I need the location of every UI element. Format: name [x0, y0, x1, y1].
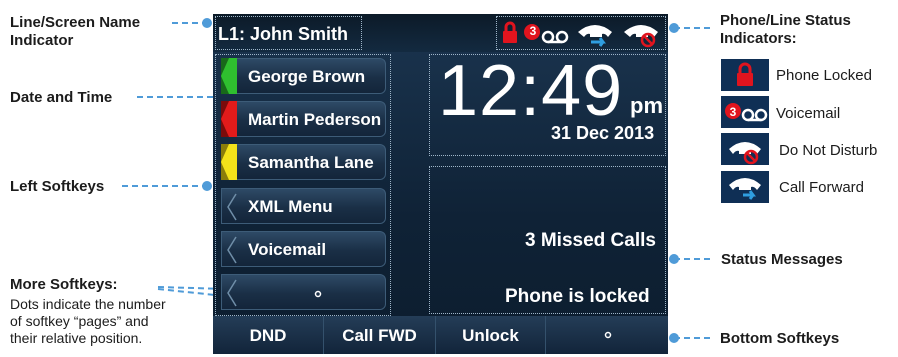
softkey-status-indicator: [221, 101, 237, 137]
annotation-date-time: Date and Time: [10, 89, 113, 106]
softkey-xml-menu[interactable]: XML Menu: [221, 188, 386, 224]
softkey-label: XML Menu: [248, 197, 333, 216]
legend-label: Do Not Disturb: [779, 142, 878, 159]
annotation-more-softkeys-desc: Dots indicate the number of softkey “pag…: [10, 296, 166, 346]
legend-label: Call Forward: [779, 179, 865, 196]
softkey-george-brown[interactable]: George Brown: [221, 58, 386, 94]
status-phone-locked: Phone is locked: [505, 286, 650, 307]
bottom-softkey-call-fwd[interactable]: Call FWD: [323, 316, 435, 354]
softkey-label: George Brown: [248, 67, 366, 86]
screen-call-forward-icon: [578, 25, 612, 47]
annotation-phone-status: Phone/Line Status Indicators:: [720, 12, 851, 47]
line-name-label: L1: John Smith: [218, 24, 348, 44]
softkey-page-dots: [314, 290, 322, 298]
annotation-status-messages: Status Messages: [721, 251, 843, 268]
softkey-bracket: [227, 236, 237, 264]
clock-date: 31 Dec 2013: [551, 123, 655, 143]
softkey-status-indicator: [221, 144, 237, 180]
bottom-softkey-label: Call FWD: [342, 326, 417, 345]
lock-icon: [721, 59, 769, 91]
softkey-label: Samantha Lane: [248, 153, 374, 172]
softkey-status-indicator: [221, 58, 237, 94]
bottom-softkey-unlock[interactable]: Unlock: [435, 316, 545, 354]
legend-label: Phone Locked: [776, 67, 872, 84]
phone-screen: L1: John Smith 3 George Brown Martin Ped…: [213, 14, 668, 354]
bottom-softkey-label: DND: [249, 326, 287, 345]
softkey-label: Martin Pederson: [248, 110, 382, 129]
voicemail-icon: 3: [721, 96, 769, 128]
annotation-left-softkeys: Left Softkeys: [10, 178, 105, 195]
clock-ampm: pm: [630, 93, 663, 118]
screen-lock-icon: [503, 21, 517, 43]
svg-text:3: 3: [730, 105, 737, 119]
softkey-bracket: [227, 193, 237, 221]
softkey-martin-pederson[interactable]: Martin Pederson: [221, 101, 386, 137]
clock-time: 12:49: [438, 51, 624, 131]
bottom-softkey-more[interactable]: [545, 316, 668, 354]
bottom-softkey-label: Unlock: [462, 326, 519, 345]
softkey-bracket: [227, 279, 237, 307]
softkey-more[interactable]: [221, 274, 386, 310]
call-forward-icon: [721, 171, 769, 203]
softkey-samantha-lane[interactable]: Samantha Lane: [221, 144, 386, 180]
annotation-bottom-softkeys: Bottom Softkeys: [720, 330, 840, 347]
softkey-label: Voicemail: [248, 240, 327, 259]
screen-do-not-disturb-icon: [624, 25, 658, 48]
legend-label: Voicemail: [776, 105, 841, 122]
do-not-disturb-icon: [721, 133, 769, 165]
bottom-softkey-page-dots: [604, 331, 612, 339]
status-missed-calls: 3 Missed Calls: [525, 230, 656, 251]
bottom-softkey-dnd[interactable]: DND: [213, 316, 323, 354]
annotation-line-screen-name: Line/Screen Name Indicator: [10, 14, 141, 49]
voicemail-count: 3: [529, 24, 537, 38]
annotation-more-softkeys-title: More Softkeys:: [10, 276, 118, 293]
softkey-voicemail[interactable]: Voicemail: [221, 231, 386, 267]
